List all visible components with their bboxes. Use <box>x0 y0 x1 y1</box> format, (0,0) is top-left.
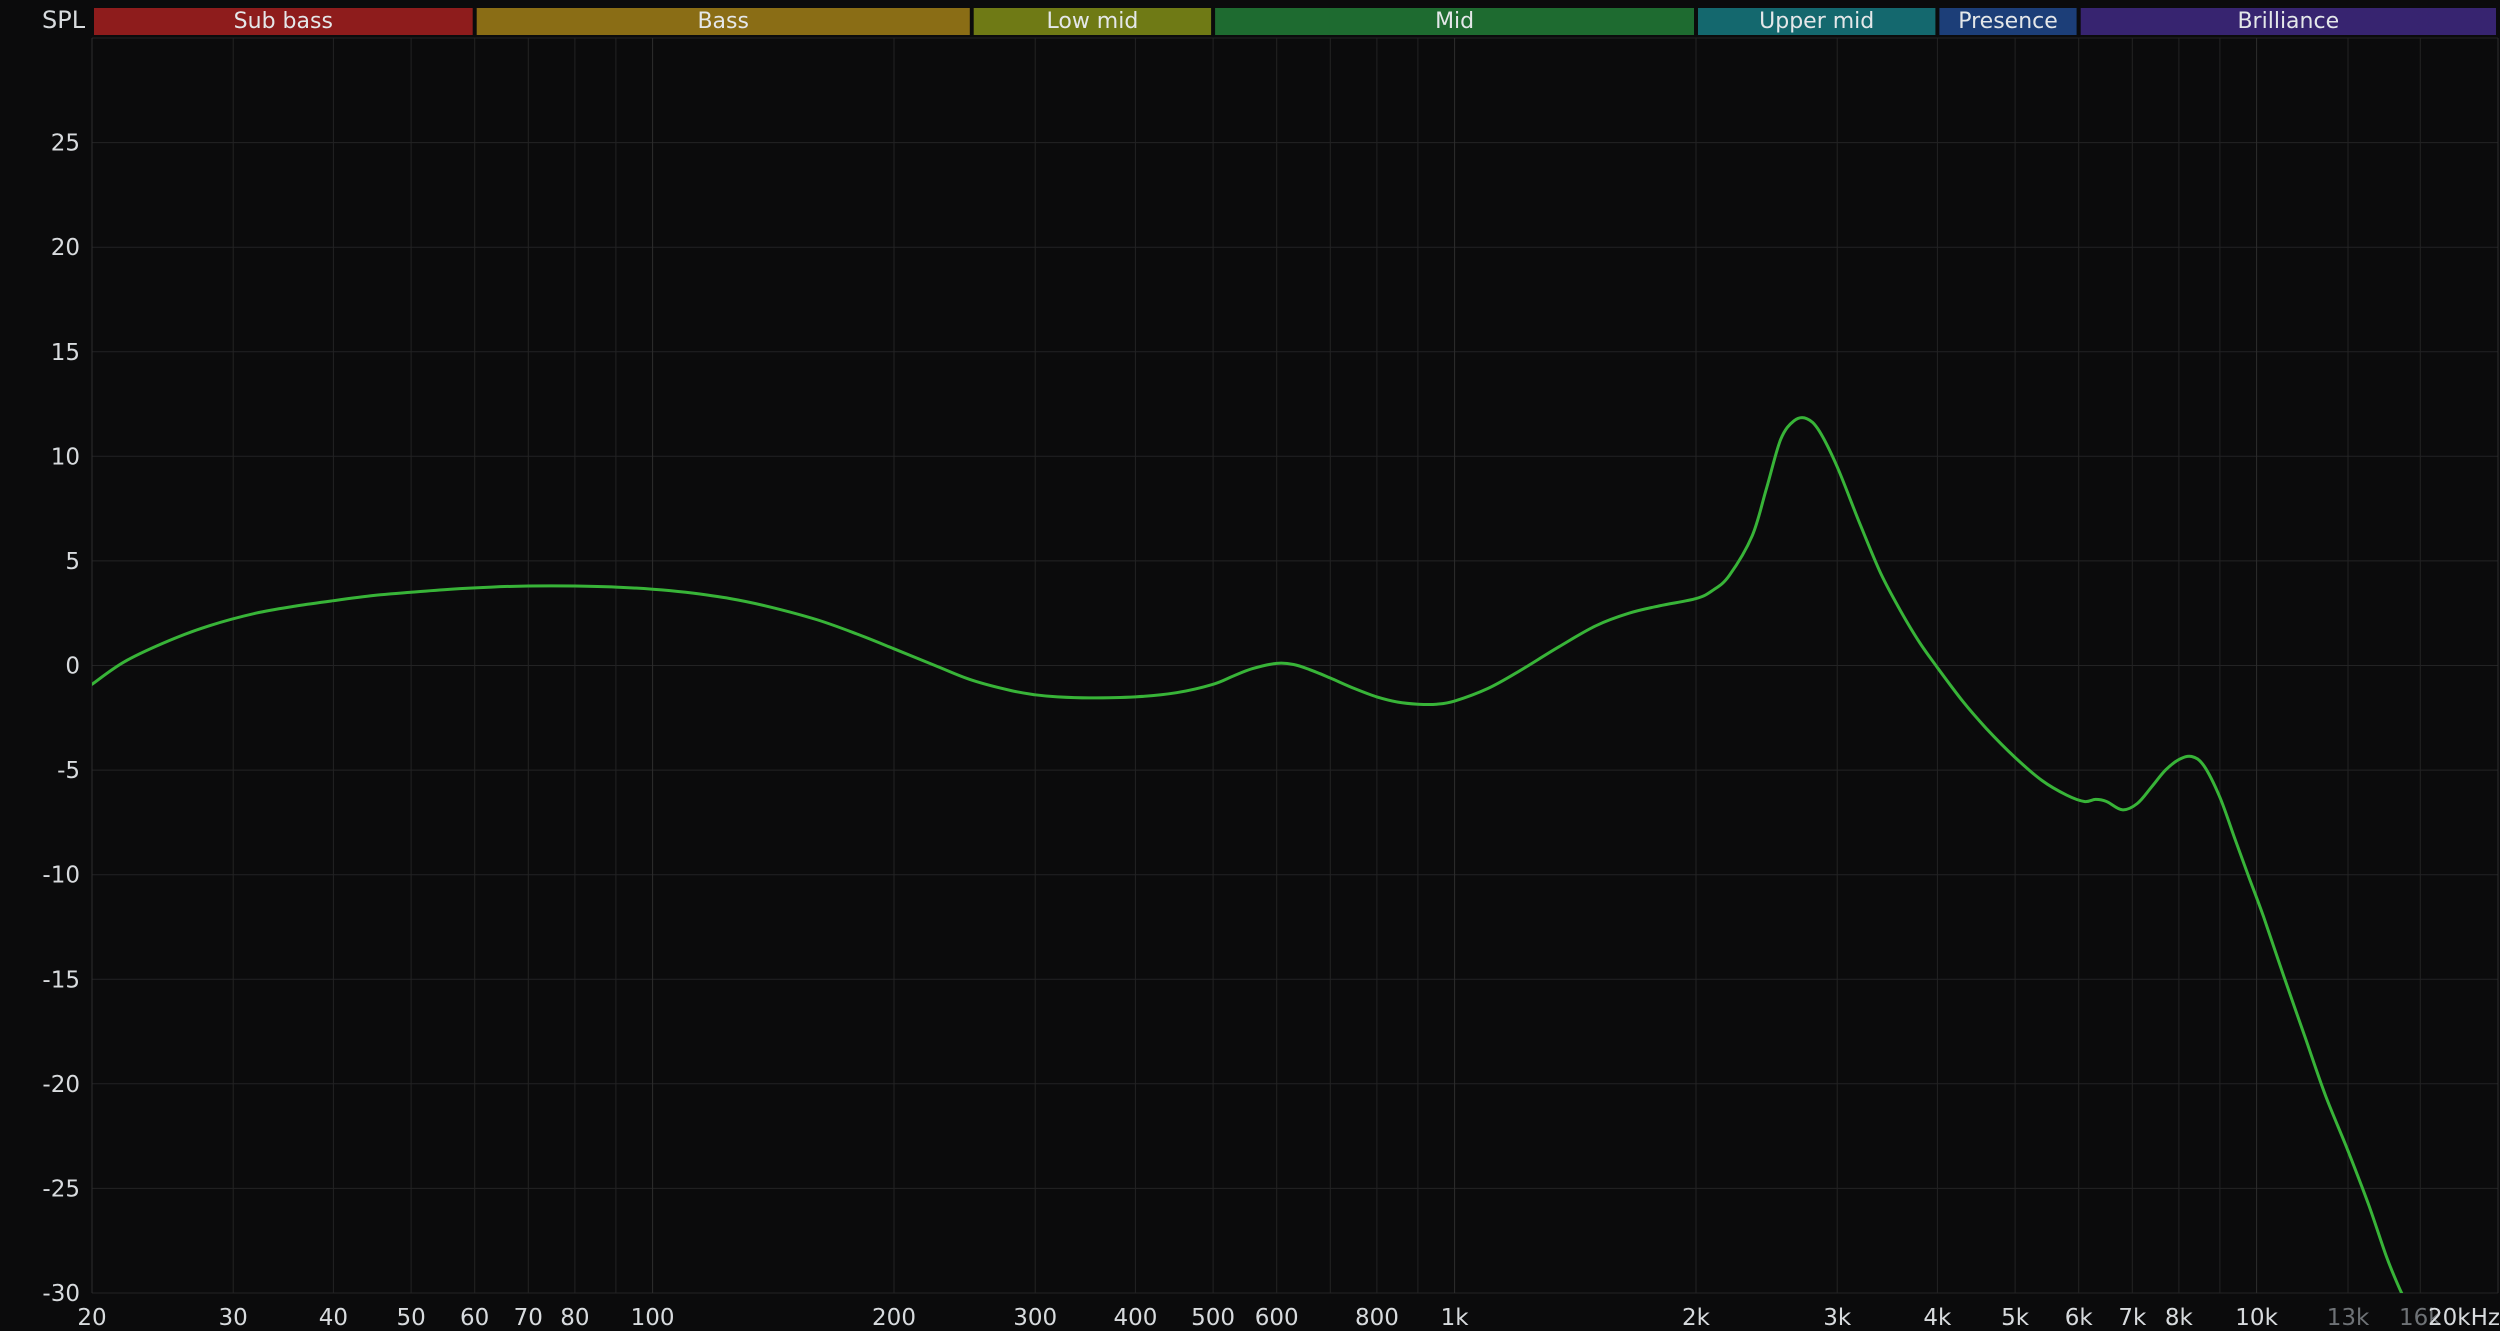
x-tick-label: 20 <box>77 1305 106 1331</box>
y-tick-label: 25 <box>51 131 80 157</box>
x-tick-label: 50 <box>396 1305 425 1331</box>
x-tick-label: 100 <box>631 1305 675 1331</box>
x-tick-label: 60 <box>460 1305 489 1331</box>
y-tick-label: -10 <box>42 863 80 889</box>
x-tick-label: 1k <box>1441 1305 1470 1331</box>
x-tick-label: 80 <box>560 1305 589 1331</box>
band-label: Mid <box>1435 9 1474 34</box>
x-tick-label: 7k <box>2118 1305 2147 1331</box>
y-tick-label: 0 <box>65 654 80 680</box>
y-tick-label: -30 <box>42 1281 80 1307</box>
y-tick-label: 5 <box>65 549 80 575</box>
y-tick-label: 10 <box>51 444 80 470</box>
frequency-response-chart: SPL Sub bass Bass Low mid Mid Upper mid Prese… <box>0 0 2500 1331</box>
x-tick-label: 30 <box>219 1305 248 1331</box>
x-axis-labels: 20 30 40 50 60 70 80 100 200 300 400 500 600 800 1k 2k 3… <box>77 1305 2500 1331</box>
y-tick-label: -25 <box>42 1176 80 1202</box>
x-tick-label: 2k <box>1682 1305 1711 1331</box>
x-tick-label: 13k <box>2327 1305 2370 1331</box>
response-curve <box>92 418 2405 1300</box>
y-tick-label: 15 <box>51 340 80 366</box>
x-tick-label: 40 <box>319 1305 348 1331</box>
y-axis-labels: 25 20 15 10 5 0 -5 -10 -15 -20 -25 -30 <box>42 131 80 1307</box>
band-label: Brilliance <box>2237 9 2339 34</box>
y-axis-title: SPL <box>42 6 85 34</box>
spl-chart-svg: Sub bass Bass Low mid Mid Upper mid Presence B… <box>0 0 2500 1331</box>
x-tick-label: 200 <box>872 1305 916 1331</box>
x-tick-label: 3k <box>1823 1305 1852 1331</box>
x-tick-label: 5k <box>2001 1305 2030 1331</box>
x-tick-label: 400 <box>1113 1305 1157 1331</box>
y-tick-label: -20 <box>42 1072 80 1098</box>
x-tick-label: 8k <box>2165 1305 2194 1331</box>
x-tick-label: 70 <box>514 1305 543 1331</box>
band-strip: Sub bass Bass Low mid Mid Upper mid Presence B… <box>94 8 2496 35</box>
band-label: Bass <box>697 9 749 34</box>
x-tick-label: 6k <box>2065 1305 2094 1331</box>
band-label: Presence <box>1958 9 2058 34</box>
x-tick-label: 20kHz <box>2428 1305 2500 1331</box>
x-tick-label: 500 <box>1191 1305 1235 1331</box>
band-label: Low mid <box>1046 9 1138 34</box>
x-tick-label: 10k <box>2235 1305 2278 1331</box>
x-tick-label: 800 <box>1355 1305 1399 1331</box>
y-tick-label: 20 <box>51 235 80 261</box>
x-tick-label: 4k <box>1923 1305 1952 1331</box>
y-tick-label: -5 <box>57 758 80 784</box>
curve-layer <box>92 418 2405 1300</box>
x-tick-label: 300 <box>1013 1305 1057 1331</box>
band-label: Sub bass <box>234 9 333 34</box>
y-tick-label: -15 <box>42 967 80 993</box>
band-label: Upper mid <box>1759 9 1874 34</box>
x-tick-label: 600 <box>1255 1305 1299 1331</box>
